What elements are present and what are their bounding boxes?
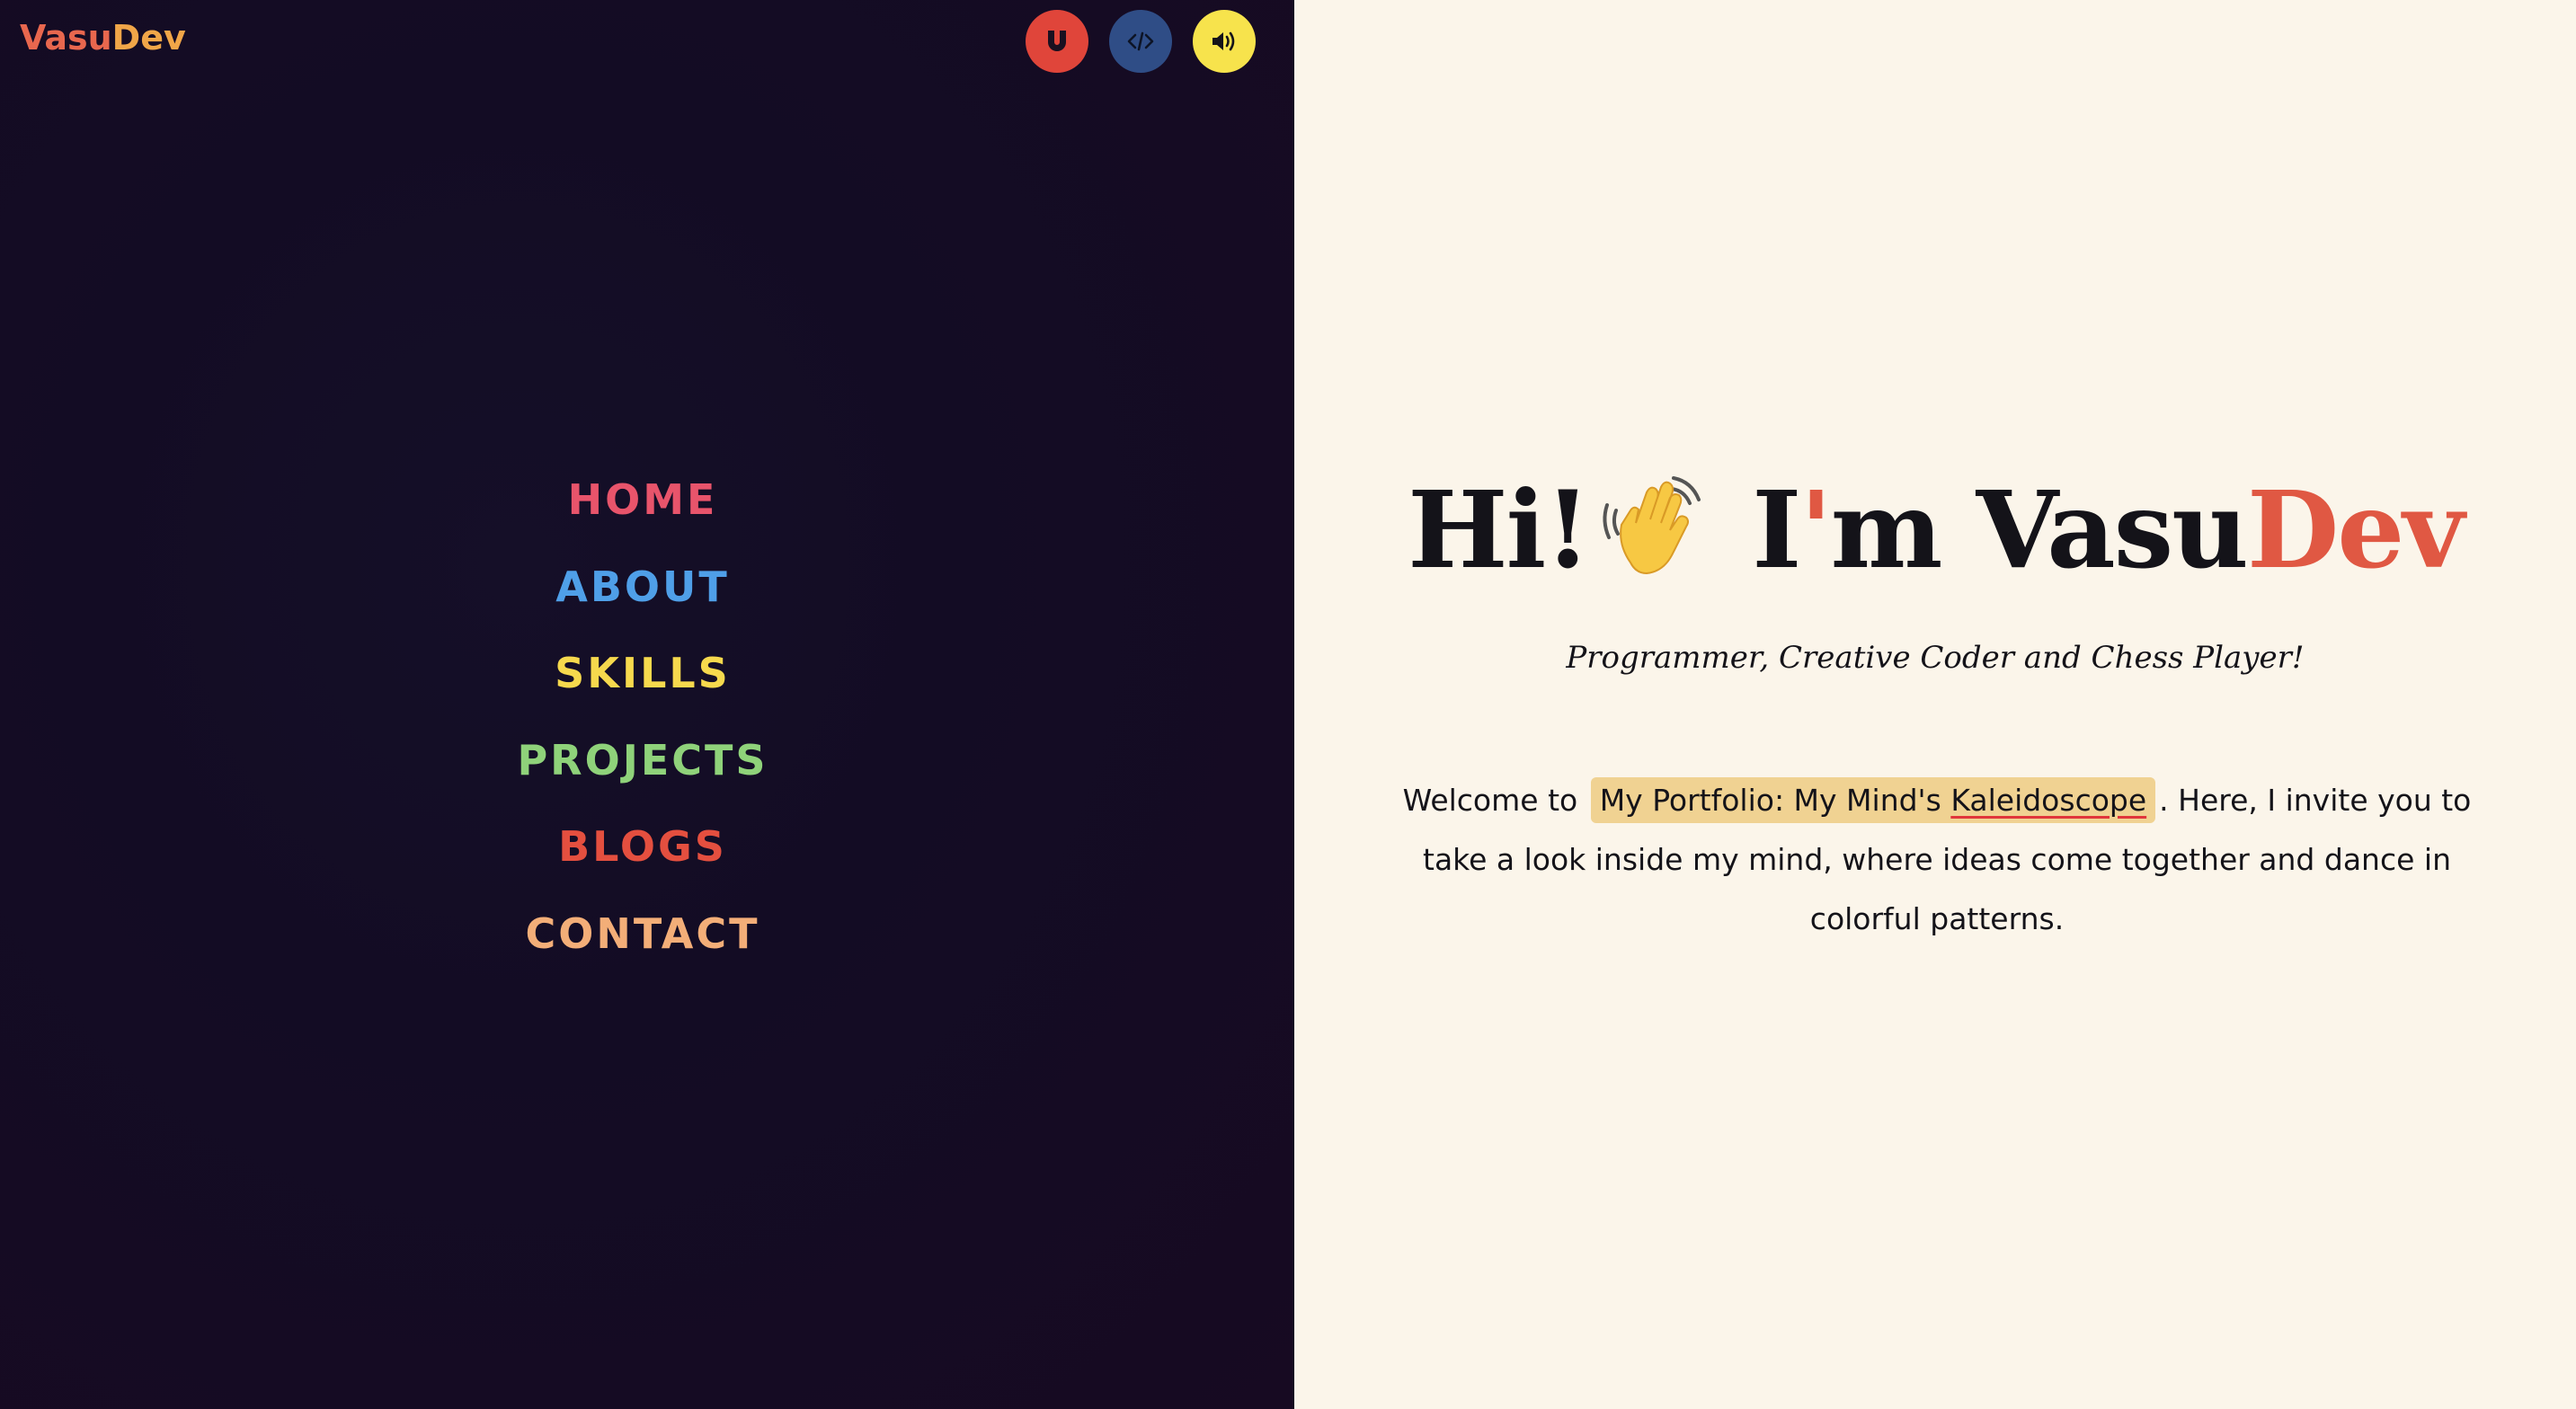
code-button[interactable] — [1109, 10, 1172, 73]
logo-part-dev: Dev — [111, 18, 186, 58]
highlight-main-text: My Portfolio: My Mind's — [1599, 783, 1951, 818]
hero-im-suffix: m — [1830, 467, 1976, 592]
hero-subtitle: Programmer, Creative Coder and Chess Pla… — [1566, 640, 2305, 676]
hero-name-dev: Dev — [2246, 467, 2465, 592]
intro-before: Welcome to — [1402, 783, 1578, 818]
hero-title: Hi! I'm VasuDev — [1294, 467, 2576, 611]
hero-panel — [1294, 0, 2576, 1409]
logo-part-vasu: Vasu — [20, 18, 112, 58]
nav-item-about[interactable]: ABOUT — [555, 544, 730, 631]
magnet-icon — [1048, 31, 1066, 51]
nav-item-contact[interactable]: CONTACT — [526, 891, 760, 978]
site-logo[interactable]: VasuDev — [20, 18, 186, 58]
portfolio-highlight: My Portfolio: My Mind's Kaleidoscope — [1590, 777, 2156, 823]
hero-greeting: Hi! — [1408, 467, 1591, 592]
main-nav: HOME ABOUT SKILLS PROJECTS BLOGS CONTACT — [0, 456, 1285, 977]
nav-item-skills[interactable]: SKILLS — [555, 630, 731, 717]
intro-paragraph: Welcome to My Portfolio: My Mind's Kalei… — [1375, 771, 2499, 949]
nav-item-blogs[interactable]: BLOGS — [558, 803, 727, 891]
highlight-underlined-word: Kaleidoscope — [1950, 783, 2147, 818]
hero-name-vasu: Vasu — [1976, 467, 2249, 592]
sound-button[interactable] — [1193, 10, 1256, 73]
nav-item-home[interactable]: HOME — [568, 456, 718, 544]
waving-hand-icon — [1594, 469, 1711, 611]
speaker-icon — [1212, 31, 1235, 51]
magnet-button[interactable] — [1026, 10, 1088, 73]
nav-item-projects[interactable]: PROJECTS — [517, 717, 768, 804]
hero-apostrophe: ' — [1799, 467, 1832, 592]
nav-panel: VasuDev HOME ABOUT SKILLS PROJECTS BLOGS… — [0, 0, 1294, 1409]
hero-im-prefix: I — [1752, 467, 1801, 592]
code-icon — [1127, 31, 1154, 51]
